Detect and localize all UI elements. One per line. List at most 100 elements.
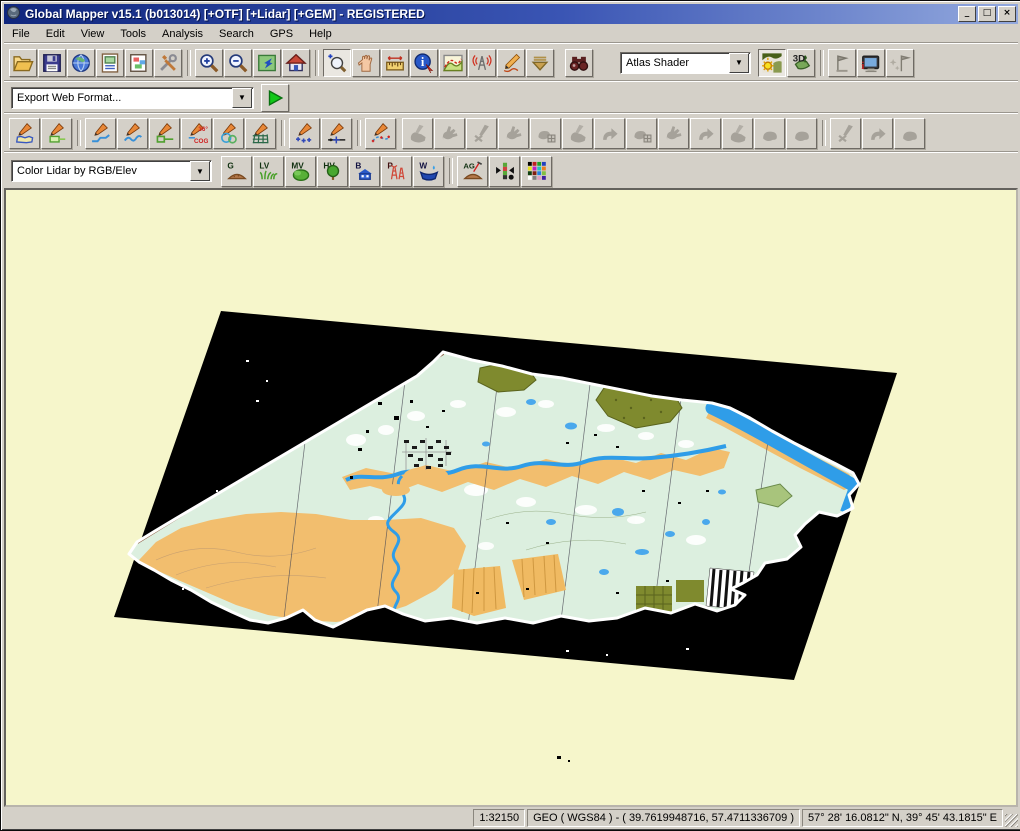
scale-feature-button[interactable] xyxy=(530,118,561,149)
classify-ground-button[interactable]: G xyxy=(221,156,252,187)
open-file-button[interactable] xyxy=(9,49,37,77)
create-point-button[interactable] xyxy=(289,118,320,149)
classify-water-button[interactable]: W xyxy=(413,156,444,187)
minimize-button[interactable]: _ xyxy=(958,6,976,22)
merge-features-button[interactable] xyxy=(658,118,689,149)
snap-feature-button[interactable] xyxy=(754,118,785,149)
measure-icon xyxy=(384,52,406,74)
rotate-feature-button[interactable] xyxy=(498,118,529,149)
menu-file[interactable]: File xyxy=(4,26,38,43)
zoom-out-button[interactable] xyxy=(224,49,252,77)
toolbar-gap xyxy=(751,62,758,63)
insert-vertex-button[interactable] xyxy=(321,118,352,149)
toolbar-separator xyxy=(281,120,285,146)
maximize-button[interactable]: □ xyxy=(978,6,996,22)
create-cogo-button[interactable]: 36°COGO xyxy=(181,118,212,149)
hillshade-toggle[interactable] xyxy=(758,49,786,77)
feature-info-tool-button[interactable]: i xyxy=(410,49,438,77)
full-view-button[interactable] xyxy=(253,49,281,77)
gray-pencil-x-icon xyxy=(471,122,493,144)
copy-feature-button[interactable] xyxy=(562,118,593,149)
run-export-button[interactable] xyxy=(261,84,289,112)
lidar-highveg-icon: HV xyxy=(322,160,344,182)
path-profile-button[interactable] xyxy=(439,49,467,77)
gps-tracking-button[interactable] xyxy=(886,49,914,77)
create-line-button[interactable] xyxy=(85,118,116,149)
paste-feature-button[interactable] xyxy=(626,118,657,149)
gps-info-button[interactable]: i xyxy=(857,49,885,77)
combo-dropdown-arrow-icon[interactable]: ▼ xyxy=(190,161,210,181)
digitizer-tool-button[interactable] xyxy=(497,49,525,77)
search-button[interactable] xyxy=(565,49,593,77)
shader-combo[interactable]: Atlas Shader▼ xyxy=(620,52,751,74)
pen-grid-icon xyxy=(250,122,272,144)
create-rectangle-button[interactable] xyxy=(41,118,72,149)
map-image xyxy=(6,190,1016,805)
close-button[interactable]: × xyxy=(998,6,1016,22)
gray-blob-grid-icon xyxy=(631,122,653,144)
auto-classify-ground-button[interactable]: AG xyxy=(457,156,488,187)
menu-tools[interactable]: Tools xyxy=(112,26,154,43)
svg-text:W: W xyxy=(419,162,427,171)
home-view-button[interactable] xyxy=(282,49,310,77)
map-canvas[interactable] xyxy=(4,188,1018,807)
create-grid-button[interactable] xyxy=(245,118,276,149)
save-workspace-button[interactable] xyxy=(38,49,66,77)
pen-area-icon xyxy=(14,122,36,144)
classify-building-button[interactable]: B xyxy=(349,156,380,187)
view-shed-button[interactable] xyxy=(468,49,496,77)
metadata-button[interactable] xyxy=(96,49,124,77)
classify-high-vegetation-button[interactable]: HV xyxy=(317,156,348,187)
combo-dropdown-arrow-icon[interactable]: ▼ xyxy=(729,53,749,73)
title-bar: Global Mapper v15.1 (b013014) [+OTF] [+L… xyxy=(4,4,1018,24)
svg-text:LV: LV xyxy=(259,162,269,171)
undo-edit-button[interactable] xyxy=(830,118,861,149)
menu-edit[interactable]: Edit xyxy=(38,26,73,43)
svg-text:MV: MV xyxy=(291,162,304,171)
zoom-tool-button[interactable] xyxy=(323,49,351,77)
vertex-edit-button[interactable] xyxy=(894,118,925,149)
resize-grip[interactable] xyxy=(1005,814,1018,827)
menu-analysis[interactable]: Analysis xyxy=(154,26,211,43)
svg-text:COGO: COGO xyxy=(193,138,207,144)
mark-waypoint-button[interactable] xyxy=(828,49,856,77)
attribute-edit-button[interactable] xyxy=(722,118,753,149)
create-freehand-button[interactable] xyxy=(117,118,148,149)
more-tools-dropdown[interactable] xyxy=(526,49,554,77)
toolbar-separator xyxy=(357,120,361,146)
create-circle-button[interactable] xyxy=(213,118,244,149)
export-format-combo[interactable]: Export Web Format...▼ xyxy=(11,87,254,109)
move-feature-button[interactable] xyxy=(434,118,465,149)
menu-gps[interactable]: GPS xyxy=(262,26,301,43)
lidar-color-palette-button[interactable] xyxy=(521,156,552,187)
lidar-water-icon: W xyxy=(418,160,440,182)
delete-feature-button[interactable] xyxy=(466,118,497,149)
classify-medium-vegetation-button[interactable]: MV xyxy=(285,156,316,187)
lidar-medveg-icon: MV xyxy=(290,160,312,182)
measure-tool-button[interactable] xyxy=(381,49,409,77)
view-3d-button[interactable]: 3D xyxy=(787,49,815,77)
lidar-filter-button[interactable] xyxy=(489,156,520,187)
create-area-button[interactable] xyxy=(9,118,40,149)
cut-feature-button[interactable] xyxy=(594,118,625,149)
overlay-control-button[interactable] xyxy=(125,49,153,77)
lidar-draw-mode-combo[interactable]: Color Lidar by RGB/Elev▼ xyxy=(11,160,212,182)
combo-dropdown-arrow-icon[interactable]: ▼ xyxy=(232,88,252,108)
configuration-button[interactable] xyxy=(154,49,182,77)
create-range-ring-button[interactable] xyxy=(365,118,396,149)
pan-tool-button[interactable] xyxy=(352,49,380,77)
redo-edit-button[interactable] xyxy=(862,118,893,149)
zoom-in-button[interactable] xyxy=(195,49,223,77)
classify-low-vegetation-button[interactable]: LV xyxy=(253,156,284,187)
menu-search[interactable]: Search xyxy=(211,26,262,43)
edit-feature-button[interactable] xyxy=(402,118,433,149)
trim-feature-button[interactable] xyxy=(786,118,817,149)
menu-help[interactable]: Help xyxy=(301,26,340,43)
classify-powerline-button[interactable]: P xyxy=(381,156,412,187)
menu-view[interactable]: View xyxy=(73,26,113,43)
create-box-line-button[interactable] xyxy=(149,118,180,149)
hillshade-icon xyxy=(761,52,783,74)
download-online-data-button[interactable] xyxy=(67,49,95,77)
split-feature-button[interactable] xyxy=(690,118,721,149)
gray-hand-pencil-icon xyxy=(567,122,589,144)
